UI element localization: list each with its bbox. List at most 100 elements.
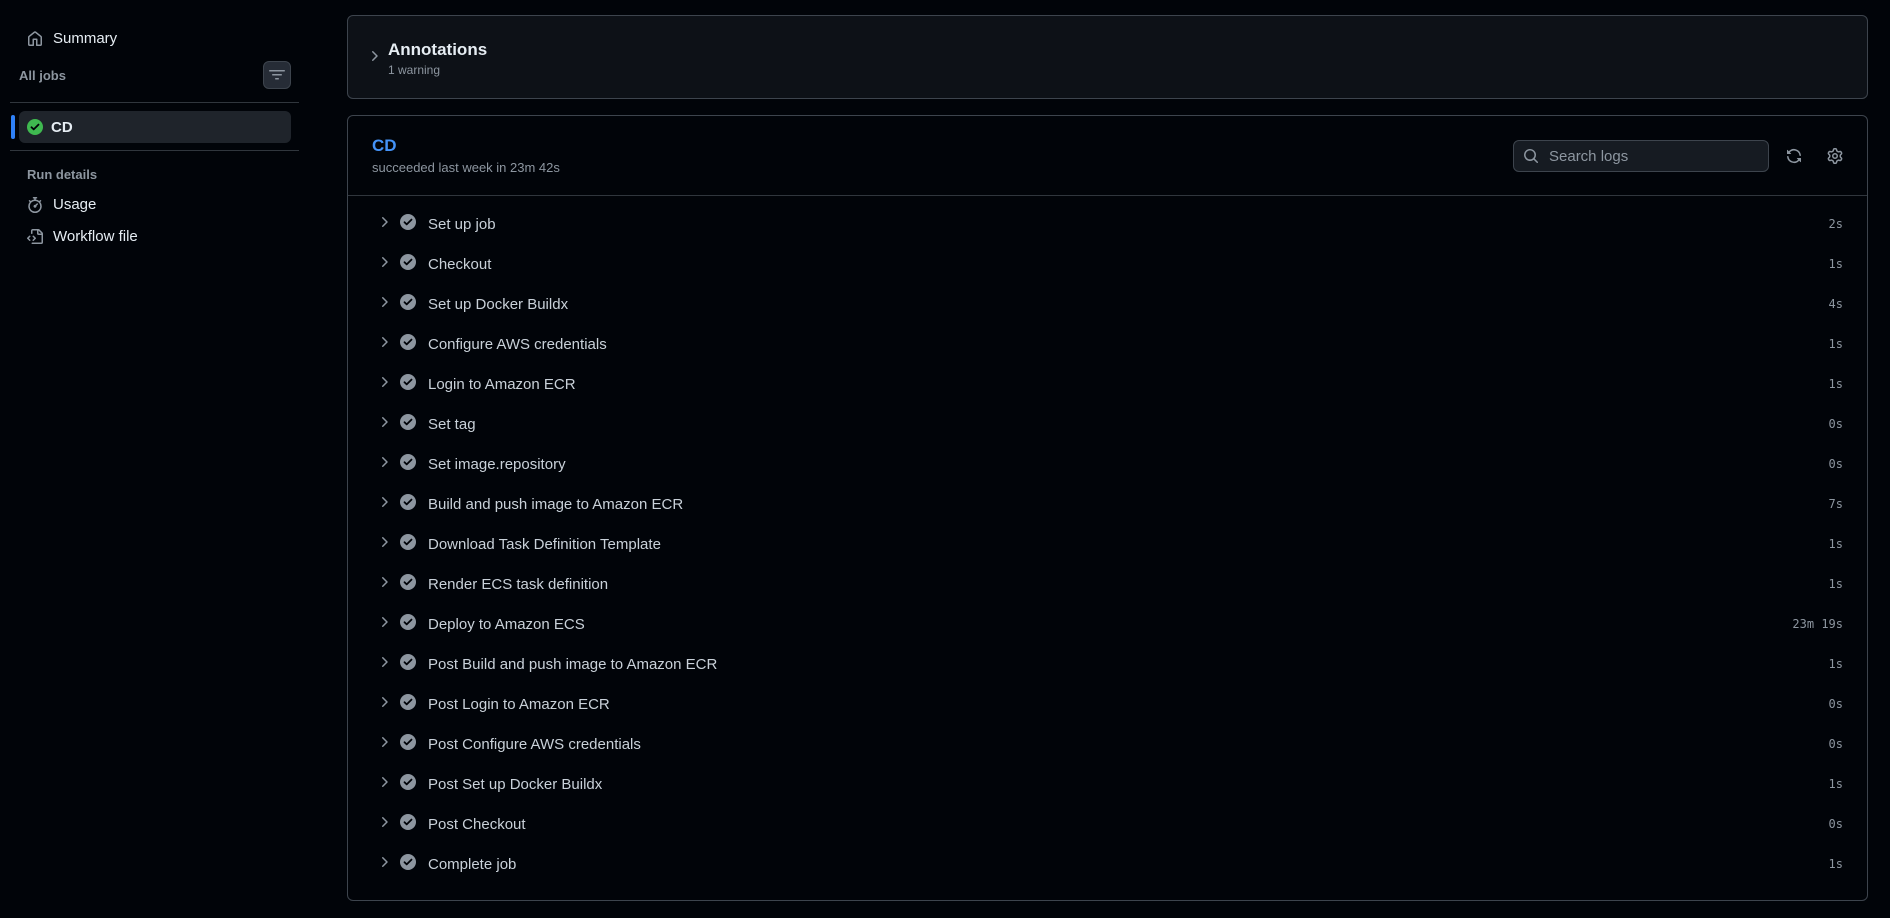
step-row[interactable]: Build and push image to Amazon ECR 7s bbox=[348, 484, 1867, 524]
chevron-right-icon[interactable] bbox=[376, 854, 392, 875]
filter-button[interactable] bbox=[263, 61, 291, 89]
chevron-right-icon[interactable] bbox=[376, 214, 392, 235]
chevron-right-icon[interactable] bbox=[376, 294, 392, 315]
step-duration: 1s bbox=[1828, 857, 1843, 871]
step-name: Set tag bbox=[428, 415, 476, 433]
gear-icon bbox=[1827, 148, 1843, 164]
summary-link[interactable]: Summary bbox=[27, 30, 117, 47]
file-code-icon bbox=[27, 228, 43, 244]
step-name: Render ECS task definition bbox=[428, 575, 609, 593]
chevron-right-icon bbox=[372, 51, 378, 61]
chevron-right-icon[interactable] bbox=[376, 654, 392, 675]
step-name: Post Set up Docker Buildx bbox=[428, 775, 603, 793]
sidebar-job-cd[interactable]: CD bbox=[19, 111, 291, 143]
step-name: Build and push image to Amazon ECR bbox=[428, 495, 684, 513]
step-duration: 1s bbox=[1828, 537, 1843, 551]
step-name: Configure AWS credentials bbox=[428, 335, 607, 353]
sync-icon bbox=[1787, 149, 1801, 163]
step-success-icon bbox=[400, 213, 416, 235]
chevron-right-icon[interactable] bbox=[376, 734, 392, 755]
step-duration: 2s bbox=[1828, 217, 1843, 231]
step-row[interactable]: Post Build and push image to Amazon ECR 1… bbox=[348, 644, 1867, 684]
step-duration: 0s bbox=[1828, 737, 1843, 751]
chevron-right-icon[interactable] bbox=[376, 814, 392, 835]
step-row[interactable]: Post Set up Docker Buildx 1s bbox=[348, 764, 1867, 804]
job-title[interactable]: CD bbox=[372, 136, 397, 156]
chevron-right-icon[interactable] bbox=[376, 254, 392, 275]
step-success-icon bbox=[400, 253, 416, 275]
step-name: Set image.repository bbox=[428, 455, 566, 473]
chevron-right-icon[interactable] bbox=[376, 494, 392, 515]
step-name: Set up job bbox=[428, 215, 496, 233]
step-duration: 7s bbox=[1828, 497, 1843, 511]
chevron-right-icon[interactable] bbox=[376, 334, 392, 355]
chevron-right-icon[interactable] bbox=[376, 534, 392, 555]
step-row[interactable]: Login to Amazon ECR 1s bbox=[348, 364, 1867, 404]
step-row[interactable]: Set tag 0s bbox=[348, 404, 1867, 444]
summary-label: Summary bbox=[53, 30, 118, 47]
run-details-heading: Run details bbox=[27, 167, 98, 182]
annotations-panel[interactable]: Annotations 1 warning bbox=[347, 15, 1868, 99]
step-success-icon bbox=[400, 413, 416, 435]
annotations-subtitle: 1 warning bbox=[388, 63, 441, 77]
step-duration: 1s bbox=[1828, 577, 1843, 591]
step-duration: 1s bbox=[1828, 337, 1843, 351]
step-row[interactable]: Set image.repository 0s bbox=[348, 444, 1867, 484]
step-row[interactable]: Configure AWS credentials 1s bbox=[348, 324, 1867, 364]
step-success-icon bbox=[400, 693, 416, 715]
step-name: Post Login to Amazon ECR bbox=[428, 695, 610, 713]
chevron-right-icon[interactable] bbox=[376, 694, 392, 715]
step-row[interactable]: Post Checkout 0s bbox=[348, 804, 1867, 844]
step-name: Set up Docker Buildx bbox=[428, 295, 569, 313]
steps-list: Set up job 2s Checkout 1s Set up Docker Buil… bbox=[348, 204, 1867, 884]
chevron-right-icon[interactable] bbox=[376, 414, 392, 435]
step-row[interactable]: Download Task Definition Template 1s bbox=[348, 524, 1867, 564]
chevron-right-icon[interactable] bbox=[376, 374, 392, 395]
step-row[interactable]: Set up Docker Buildx 4s bbox=[348, 284, 1867, 324]
step-duration: 1s bbox=[1828, 377, 1843, 391]
sidebar-divider bbox=[10, 102, 299, 103]
step-row[interactable]: Post Configure AWS credentials 0s bbox=[348, 724, 1867, 764]
step-duration: 0s bbox=[1828, 697, 1843, 711]
step-row[interactable]: Post Login to Amazon ECR 0s bbox=[348, 684, 1867, 724]
step-name: Post Checkout bbox=[428, 815, 526, 833]
step-row[interactable]: Render ECS task definition 1s bbox=[348, 564, 1867, 604]
chevron-right-icon[interactable] bbox=[376, 454, 392, 475]
step-row[interactable]: Checkout 1s bbox=[348, 244, 1867, 284]
sidebar: Summary All jobs CD Run details Usage Wo… bbox=[0, 0, 307, 918]
search-logs-input[interactable] bbox=[1549, 147, 1759, 165]
step-row[interactable]: Complete job 1s bbox=[348, 844, 1867, 884]
step-row[interactable]: Deploy to Amazon ECS 23m 19s bbox=[348, 604, 1867, 644]
workflow-file-link[interactable]: Workflow file bbox=[27, 228, 138, 245]
chevron-right-icon[interactable] bbox=[376, 574, 392, 595]
step-name: Checkout bbox=[428, 255, 492, 273]
filter-icon bbox=[269, 70, 285, 80]
annotations-title: Annotations bbox=[388, 40, 488, 59]
settings-button[interactable] bbox=[1819, 140, 1851, 172]
chevron-right-icon[interactable] bbox=[376, 774, 392, 795]
stopwatch-icon bbox=[28, 196, 42, 213]
job-panel: CD succeeded last week in 23m 42s Set up… bbox=[347, 115, 1868, 901]
step-success-icon bbox=[400, 373, 416, 395]
home-icon bbox=[28, 30, 42, 46]
step-name: Post Build and push image to Amazon ECR bbox=[428, 655, 718, 673]
job-subtitle: succeeded last week in 23m 42s bbox=[372, 160, 560, 175]
step-duration: 0s bbox=[1828, 457, 1843, 471]
step-row[interactable]: Set up job 2s bbox=[348, 204, 1867, 244]
step-duration: 0s bbox=[1828, 417, 1843, 431]
chevron-right-icon[interactable] bbox=[376, 614, 392, 635]
sidebar-job-label: CD bbox=[51, 118, 73, 136]
success-check-icon bbox=[27, 119, 43, 135]
step-name: Deploy to Amazon ECS bbox=[428, 615, 585, 633]
sidebar-divider bbox=[10, 150, 299, 151]
usage-link[interactable]: Usage bbox=[27, 196, 96, 213]
search-logs-box[interactable] bbox=[1513, 140, 1769, 172]
step-duration: 23m 19s bbox=[1792, 617, 1843, 631]
step-duration: 0s bbox=[1828, 817, 1843, 831]
step-duration: 4s bbox=[1828, 297, 1843, 311]
workflow-file-label: Workflow file bbox=[53, 228, 138, 245]
refresh-button[interactable] bbox=[1778, 140, 1810, 172]
step-duration: 1s bbox=[1828, 257, 1843, 271]
step-success-icon bbox=[400, 573, 416, 595]
step-name: Complete job bbox=[428, 855, 517, 873]
